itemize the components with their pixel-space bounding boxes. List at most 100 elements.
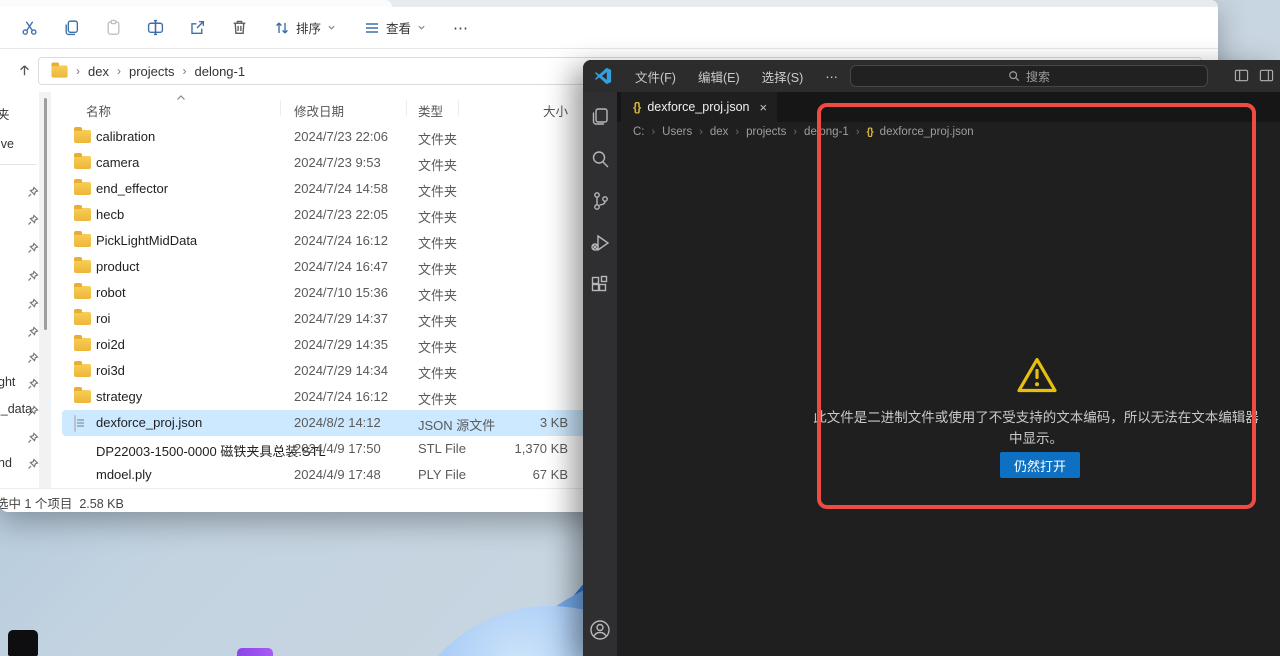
file-date: 2024/7/24 16:47 [294,259,388,274]
selection-size: 2.58 KB [79,497,123,511]
search-view-icon[interactable] [589,148,611,170]
copy-button[interactable] [54,12,88,44]
folder-icon [74,182,91,195]
column-divider [280,100,281,116]
pin-icon [27,458,39,470]
tab-dexforce-proj-json[interactable]: {} dexforce_proj.json × [621,92,777,122]
file-name: roi [96,311,110,326]
copy-icon [63,19,80,36]
sidebar-item-fragment[interactable]: 夹 [0,104,10,123]
vscode-logo-icon [594,67,612,85]
sidebar-scrollbar-thumb[interactable] [44,98,47,330]
menu-select[interactable]: 选择(S) [753,63,813,90]
breadcrumb-item-dex[interactable]: dex [88,64,109,79]
sort-label: 排序 [296,18,321,37]
sort-button[interactable]: 排序 [264,12,346,44]
paste-icon [105,19,122,36]
column-header-name[interactable]: 名称 [86,101,111,120]
breadcrumb-item[interactable]: projects [746,126,786,138]
layout-icon[interactable] [1259,68,1274,83]
tab-label: dexforce_proj.json [647,100,749,114]
explorer-tab-strip [0,0,1218,7]
file-name: strategy [96,389,142,404]
run-debug-icon[interactable] [589,232,611,254]
file-date: 2024/7/23 9:53 [294,155,381,170]
folder-icon [74,260,91,273]
source-control-icon[interactable] [589,190,611,212]
paste-button[interactable] [96,12,130,44]
cut-button[interactable] [12,12,46,44]
close-icon[interactable]: × [760,100,768,115]
breadcrumb-item-projects[interactable]: projects [129,64,175,79]
chevron-right-icon: › [793,126,797,138]
file-date: 2024/4/9 17:50 [294,441,381,456]
menu-file[interactable]: 文件(F) [626,63,685,90]
file-type: 文件夹 [418,337,457,356]
breadcrumb-item[interactable]: dex [710,126,729,138]
file-date: 2024/7/24 16:12 [294,389,388,404]
column-header-date[interactable]: 修改日期 [294,101,344,120]
pin-icon [27,214,39,226]
rename-button[interactable] [138,12,172,44]
search-input[interactable]: 搜索 [850,65,1208,87]
screen: 排序 查看 ⋯ [0,0,1280,656]
sidebar-item-fragment[interactable]: ght [0,375,15,389]
chevron-right-icon: › [699,126,703,138]
file-name: DP22003-1500-0000 磁铁夹具总装.STL [96,441,326,460]
status-text: 选中 1 个项目 2.58 KB [0,493,124,512]
desktop-partial-icon[interactable] [8,630,38,656]
up-arrow-icon[interactable] [12,58,36,82]
chevron-down-icon [327,23,336,32]
sort-ascending-icon [176,94,186,102]
sort-arrows-icon [274,20,290,36]
explorer-active-tab[interactable] [0,0,392,7]
file-size: 67 KB [468,467,568,482]
explorer-view-icon[interactable] [589,106,611,128]
vscode-menu-bar: 文件(F) 编辑(E) 选择(S) ⋯ [626,63,847,90]
file-name: hecb [96,207,124,222]
json-file-icon: {} [633,100,640,114]
file-type: STL File [418,441,466,456]
file-type: 文件夹 [418,207,457,226]
breadcrumb-item-delong-1[interactable]: delong-1 [195,64,246,79]
taskbar-partial-icon[interactable] [237,648,273,656]
file-date: 2024/8/2 14:12 [294,415,381,430]
trash-icon [231,19,248,36]
column-divider [458,100,459,116]
menu-more[interactable]: ⋯ [816,65,847,88]
column-header-size[interactable]: 大小 [468,101,568,120]
file-name: dexforce_proj.json [96,415,202,430]
breadcrumb-separator: › [117,64,121,78]
folder-icon [74,208,91,221]
delete-button[interactable] [222,12,256,44]
folder-icon [74,286,91,299]
pin-icon [27,326,39,338]
folder-icon [74,390,91,403]
file-date: 2024/7/29 14:37 [294,311,388,326]
file-date: 2024/7/10 15:36 [294,285,388,300]
breadcrumb-item[interactable]: Users [662,126,692,138]
accounts-icon[interactable] [583,618,617,642]
sidebar-item-fragment[interactable]: nd [0,456,12,470]
selection-count: 选中 1 个项目 [0,497,72,511]
column-header-type[interactable]: 类型 [418,101,443,120]
folder-icon [51,65,67,77]
breadcrumb-item[interactable]: C: [633,126,645,138]
folder-icon [74,130,91,143]
scissors-icon [21,19,38,36]
file-name: mdoel.ply [96,467,152,482]
sidebar-item-fragment[interactable]: ive [0,137,14,151]
file-name: roi2d [96,337,125,352]
view-button[interactable]: 查看 [354,12,436,44]
explorer-toolbar: 排序 查看 ⋯ [0,7,1218,48]
ellipsis-icon: ⋯ [453,19,469,37]
toggle-panel-icon[interactable] [1234,68,1249,83]
pin-icon [27,298,39,310]
file-date: 2024/7/29 14:35 [294,337,388,352]
menu-edit[interactable]: 编辑(E) [689,63,749,90]
more-options-button[interactable]: ⋯ [444,12,478,44]
file-name: PickLightMidData [96,233,197,248]
extensions-icon[interactable] [589,274,611,296]
folder-icon [74,364,91,377]
share-button[interactable] [180,12,214,44]
